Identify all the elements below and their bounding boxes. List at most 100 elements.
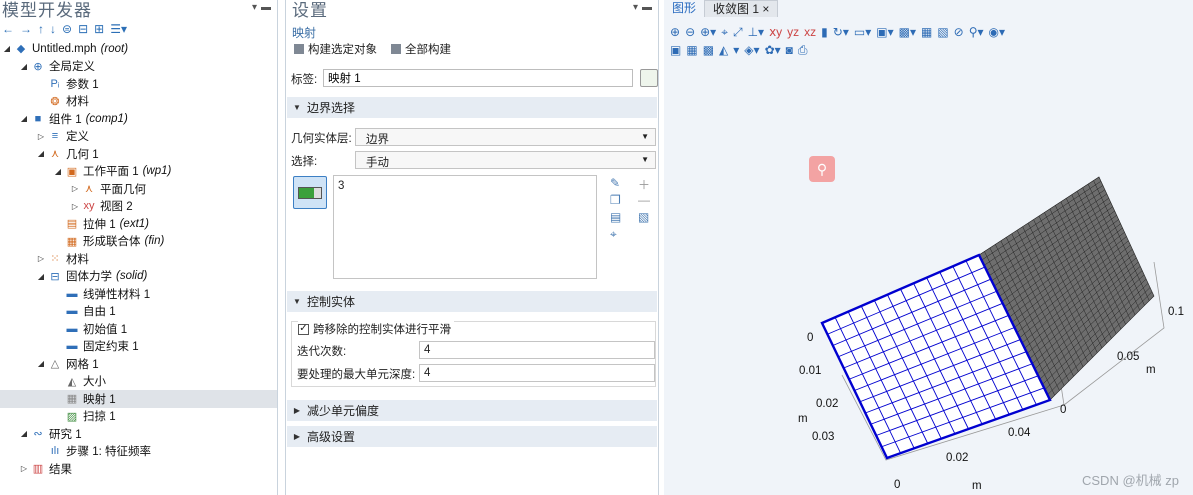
label-comment-button[interactable] — [640, 69, 658, 87]
selection-list-item[interactable]: 3 — [338, 180, 344, 192]
view-xz-icon[interactable]: xz — [804, 25, 816, 41]
center-icon[interactable]: ⌖ — [721, 25, 728, 41]
show-icon[interactable]: ⊜ — [62, 22, 72, 36]
up-arrow-icon[interactable]: ↑ — [38, 22, 44, 36]
search-icon[interactable]: ⚲▾ — [969, 25, 984, 41]
tree-node[interactable]: ▬ 初始值 1 — [0, 320, 277, 338]
control-entities-section[interactable]: ▼ 控制实体 — [287, 291, 657, 312]
tree-node[interactable]: ▷ ⁙ 材料 — [0, 250, 277, 268]
tree-node[interactable]: ◢ ⊕ 全局定义 — [0, 58, 277, 76]
collapse-icon[interactable]: ◢ — [19, 429, 29, 438]
tree-node[interactable]: ◢ △ 网格 1 — [0, 355, 277, 373]
panel-menu-icon[interactable]: ▾ — [252, 2, 257, 13]
render-mode-icon[interactable]: ▭▾ — [854, 25, 871, 41]
pin-icon[interactable]: ▬ — [642, 2, 652, 13]
zoom-in-icon[interactable]: ⊕ — [670, 25, 680, 41]
tree-node[interactable]: ▦ 映射 1 — [0, 390, 277, 408]
view-yz-icon[interactable]: yz — [787, 25, 799, 41]
selection-select[interactable]: 手动 ▼ — [355, 151, 656, 169]
table-icon[interactable]: ▩ — [703, 43, 714, 59]
tree-node[interactable]: ◢ ⊟ 固体力学 (solid) — [0, 268, 277, 286]
close-icon[interactable]: × — [762, 2, 769, 16]
zoom-out-icon[interactable]: ⊖ — [685, 25, 695, 41]
settings-menu-icon[interactable]: ▾ — [633, 2, 638, 13]
view-3d-icon[interactable]: ▮ — [821, 25, 828, 41]
graphics-canvas[interactable]: 0 0.01 0.02 0.03 m 0 0.02 0.04 m 0 0.05 0.1 m — [664, 0, 1193, 495]
camera-icon[interactable]: ▩▾ — [899, 25, 916, 41]
list-icon[interactable]: ☰▾ — [110, 22, 127, 36]
collapse-icon[interactable]: ◢ — [19, 114, 29, 123]
collapse-icon[interactable]: ◢ — [36, 359, 46, 368]
zoom-extents-icon[interactable]: ⤢ — [733, 25, 743, 41]
tree-node[interactable]: ▬ 自由 1 — [0, 303, 277, 321]
label-input[interactable] — [323, 69, 633, 87]
tree-node[interactable]: ılı 步骤 1: 特征频率 — [0, 443, 277, 461]
tree-node[interactable]: ▬ 固定约束 1 — [0, 338, 277, 356]
tree-node[interactable]: ❂ 材料 — [0, 93, 277, 111]
collapse-icon[interactable]: ◢ — [19, 62, 29, 71]
snapshot-icon[interactable]: ◙ — [786, 43, 793, 59]
reset-icon[interactable]: ✿▾ — [765, 43, 781, 59]
iterations-input[interactable]: 4 — [419, 341, 655, 359]
print-icon[interactable]: ⎙ — [798, 43, 808, 59]
eye-icon[interactable]: ◉▾ — [989, 25, 1006, 41]
tree-node[interactable]: ▦ 形成联合体 (fin) — [0, 233, 277, 251]
reduce-skewness-section[interactable]: ▶ 减少单元偏度 — [287, 400, 657, 421]
active-selection-toggle[interactable] — [293, 176, 327, 209]
collapse-icon[interactable]: ◢ — [2, 44, 12, 53]
tree-node[interactable]: ▤ 拉伸 1 (ext1) — [0, 215, 277, 233]
tree-node[interactable]: ▷ ≡ 定义 — [0, 128, 277, 146]
tree-node[interactable]: ◢ ■ 组件 1 (comp1) — [0, 110, 277, 128]
selection-listbox[interactable]: 3 — [333, 175, 597, 279]
forward-arrow-icon[interactable]: → — [20, 22, 32, 36]
build-all-button[interactable]: 全部构建 — [391, 41, 451, 57]
pin-icon[interactable]: ▬ — [261, 2, 271, 13]
expand-icon[interactable]: ▷ — [36, 132, 46, 141]
collapse-icon[interactable]: ◢ — [36, 149, 46, 158]
axis-orientation-icon[interactable]: ⊥▾ — [748, 25, 764, 41]
tree-node[interactable]: ▷ ▥ 结果 — [0, 460, 277, 478]
expand-icon[interactable]: ▷ — [70, 202, 80, 211]
tree-node[interactable]: ▬ 线弹性材料 1 — [0, 285, 277, 303]
tree-node[interactable]: Pᵢ 参数 1 — [0, 75, 277, 93]
zoom-box-icon[interactable]: ⊕▾ — [700, 25, 716, 41]
tree-node[interactable]: ▷ ⋏ 平面几何 — [0, 180, 277, 198]
build-selected-button[interactable]: 构建选定对象 — [294, 41, 377, 57]
tree-node[interactable]: ◭ 大小 — [0, 373, 277, 391]
back-arrow-icon[interactable]: ← — [2, 22, 14, 36]
expand-icon[interactable]: ▷ — [70, 184, 80, 193]
tree-node[interactable]: ▷ xy 视图 2 — [0, 198, 277, 216]
collapse-all-icon[interactable]: ⊟ — [78, 22, 88, 36]
boundary-selection-section[interactable]: ▼ 边界选择 — [287, 97, 657, 118]
zoom-selection-search-icon[interactable]: ⚲ — [809, 156, 835, 182]
palette-icon[interactable]: ▾ — [733, 43, 739, 59]
copy-icon[interactable]: ❐ — [610, 193, 621, 207]
down-arrow-icon[interactable]: ↓ — [50, 22, 56, 36]
wireframe-icon[interactable]: ▣ — [670, 43, 681, 59]
view-xy-icon[interactable]: ⅹy — [769, 25, 782, 41]
rotate-icon[interactable]: ↻▾ — [833, 25, 849, 41]
expand-icon[interactable]: ▷ — [36, 254, 46, 263]
tree-node[interactable]: ◢ ◆ Untitled.mph (root) — [0, 40, 277, 58]
expand-icon[interactable]: ▷ — [19, 464, 29, 473]
add-icon[interactable]: ＋ — [638, 176, 650, 193]
expand-all-icon[interactable]: ⊞ — [94, 22, 104, 36]
smooth-checkbox-row[interactable]: ✓ 跨移除的控制实体进行平滑 — [298, 321, 454, 337]
select-box-icon[interactable]: ▦ — [921, 25, 932, 41]
smooth-checkbox[interactable]: ✓ — [298, 323, 309, 335]
paste-selection-icon[interactable]: ✎ — [610, 176, 620, 190]
grid-icon[interactable]: ▦ — [686, 43, 697, 59]
geometry-level-select[interactable]: 边界 ▼ — [355, 128, 656, 146]
collapse-icon[interactable]: ◢ — [36, 272, 46, 281]
scene-light-icon[interactable]: ▣▾ — [876, 25, 893, 41]
mesh-icon[interactable]: ◭ — [719, 43, 728, 59]
clipboard-icon[interactable]: ▤ — [610, 210, 621, 224]
clear-selection-icon[interactable]: ▧ — [638, 210, 649, 224]
tab-graphics[interactable]: 图形 — [664, 0, 704, 17]
tree-node[interactable]: ◢ ⋏ 几何 1 — [0, 145, 277, 163]
tab-convergence-plot[interactable]: 收敛图 1 × — [704, 0, 779, 17]
collapse-icon[interactable]: ◢ — [53, 167, 63, 176]
zoom-selection-icon[interactable]: ⌖ — [610, 227, 617, 242]
deselect-icon[interactable]: ▧ — [937, 25, 948, 41]
remove-icon[interactable]: — — [638, 193, 650, 207]
